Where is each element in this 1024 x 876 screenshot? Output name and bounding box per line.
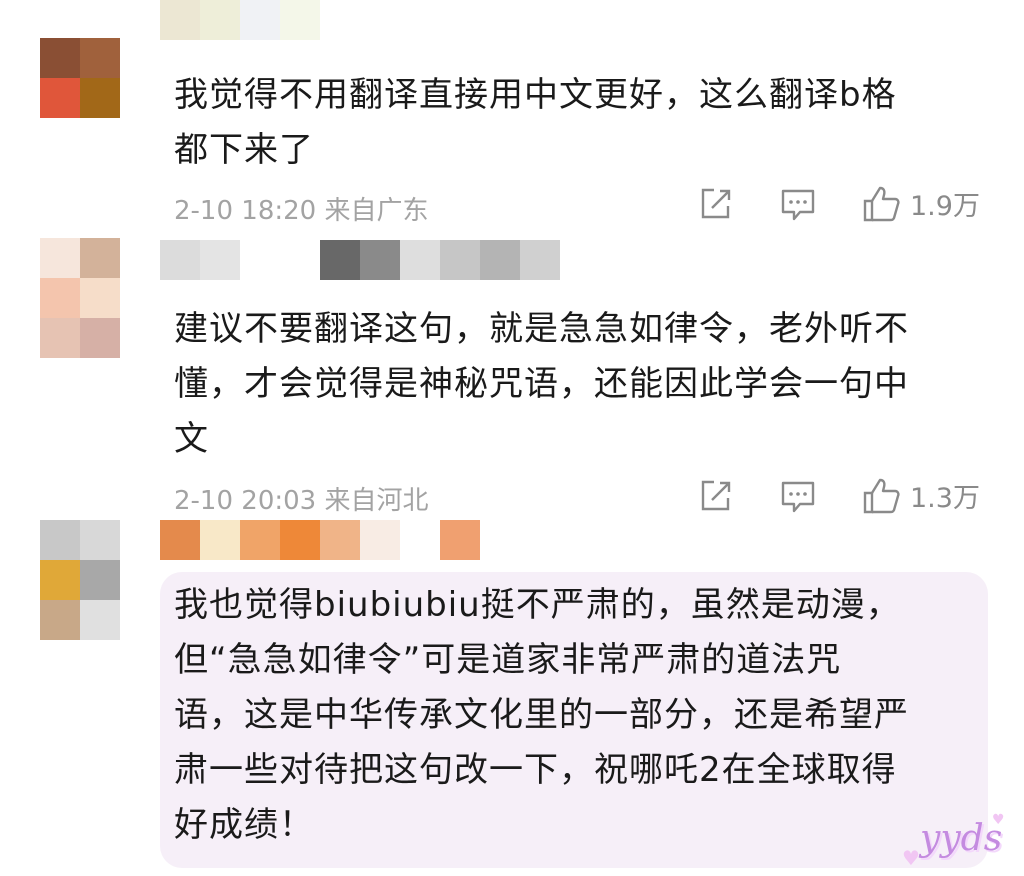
comment-time: 2-10 18:20 (174, 196, 317, 226)
mosaic-tile (80, 560, 120, 600)
yyds-sticker: yyds (920, 818, 1003, 859)
mosaic-tile (40, 520, 80, 560)
share-icon (701, 188, 731, 219)
comment-meta: 2-10 20:03 来自河北 (174, 480, 428, 517)
comment-text: 我觉得不用翻译直接用中文更好，这么翻译b格 都下来了 (174, 75, 897, 170)
like-count: 1.9万 (910, 191, 980, 222)
mosaic-tile (80, 38, 120, 78)
mosaic-tile (400, 520, 440, 560)
mosaic-tile (280, 520, 320, 560)
mosaic-tile (40, 78, 80, 118)
thumbs-up-icon (863, 478, 900, 513)
mosaic-tile (80, 78, 120, 118)
like-count: 1.3万 (910, 483, 980, 514)
mosaic-tile (320, 520, 360, 560)
mosaic-tile (240, 520, 280, 560)
mosaic-tile (200, 520, 240, 560)
mosaic-tile (240, 240, 280, 280)
comment-meta: 2-10 18:20 来自广东 (174, 190, 428, 227)
comment-time: 2-10 20:03 (174, 486, 317, 516)
share-button[interactable] (698, 478, 734, 514)
mosaic-tile (80, 520, 120, 560)
mosaic-tile (40, 560, 80, 600)
mosaic-tile (240, 0, 280, 40)
mosaic-tile (40, 278, 80, 318)
mosaic-tile (280, 240, 320, 280)
mosaic-tile (400, 240, 440, 280)
username-blurred[interactable] (160, 0, 320, 40)
comment-location: 来自广东 (324, 196, 429, 226)
mosaic-tile (200, 0, 240, 40)
mosaic-tile (360, 240, 400, 280)
mosaic-tile (40, 600, 80, 640)
username-blurred[interactable] (160, 240, 560, 280)
reply-button[interactable] (780, 480, 816, 514)
mosaic-tile (160, 0, 200, 40)
mosaic-tile (80, 278, 120, 318)
like-button[interactable]: 1.9万 (862, 184, 980, 223)
share-icon (701, 480, 731, 511)
mosaic-tile (520, 240, 560, 280)
heart-sticker-icon: ♥ (902, 846, 920, 870)
mosaic-tile (40, 238, 80, 278)
mosaic-tile (280, 0, 320, 40)
share-button[interactable] (698, 186, 734, 222)
username-blurred[interactable] (160, 520, 480, 560)
mosaic-tile (80, 238, 120, 278)
mosaic-tile (480, 240, 520, 280)
mosaic-tile (40, 318, 80, 358)
comment-text: 我也觉得biubiubiu挺不严肃的，虽然是动漫， 但“急急如律令”可是道家非常… (174, 585, 909, 845)
mosaic-tile (80, 600, 120, 640)
like-button[interactable]: 1.3万 (862, 476, 980, 515)
mosaic-tile (320, 240, 360, 280)
comment-icon (781, 481, 815, 513)
mosaic-tile (40, 38, 80, 78)
mosaic-tile (440, 240, 480, 280)
avatar[interactable] (40, 238, 120, 358)
comment-text: 建议不要翻译这句，就是急急如律令，老外听不 懂，才会觉得是神秘咒语，还能因此学会… (174, 309, 909, 459)
comment-icon (781, 189, 815, 221)
mosaic-tile (160, 520, 200, 560)
mosaic-tile (200, 240, 240, 280)
thumbs-up-icon (863, 186, 900, 221)
comment-location: 来自河北 (324, 486, 429, 516)
mosaic-tile (440, 520, 480, 560)
avatar[interactable] (40, 38, 120, 118)
avatar[interactable] (40, 520, 120, 640)
reply-button[interactable] (780, 188, 816, 222)
mosaic-tile (160, 240, 200, 280)
mosaic-tile (80, 318, 120, 358)
heart-sticker-icon: ♥ (992, 812, 1005, 828)
mosaic-tile (360, 520, 400, 560)
